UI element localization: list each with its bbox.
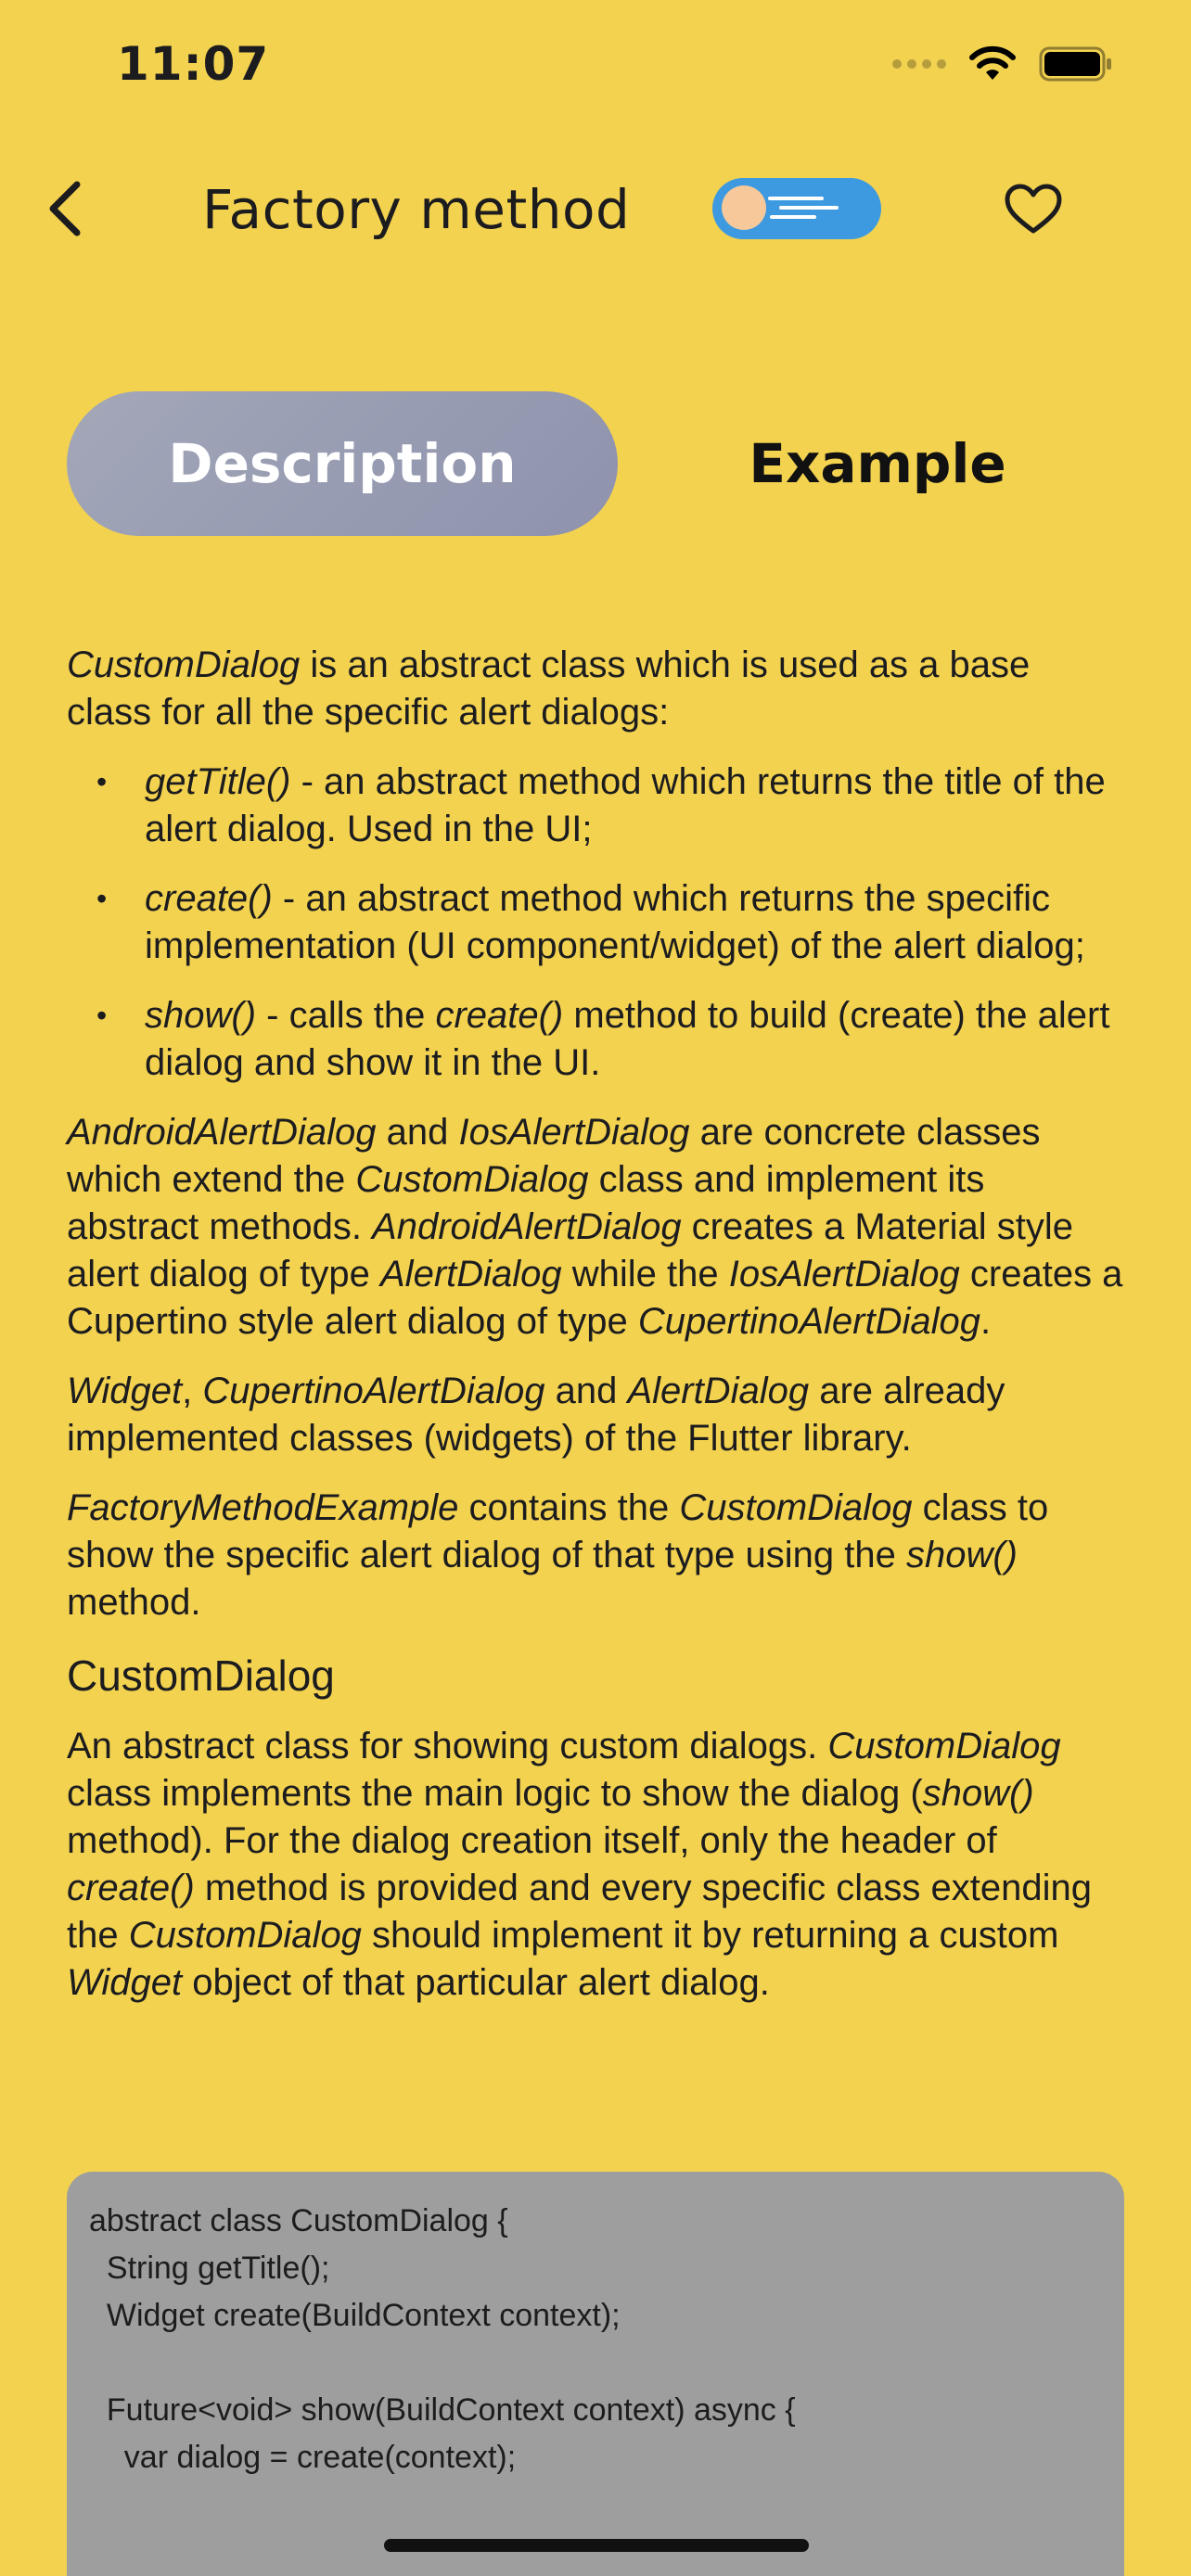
favorite-button[interactable] — [998, 174, 1069, 245]
page-title: Factory method — [202, 178, 631, 241]
chevron-left-icon — [49, 181, 81, 236]
cellular-signal-icon — [892, 59, 946, 69]
back-button[interactable] — [33, 176, 98, 241]
concrete-classes-paragraph: AndroidAlertDialog and IosAlertDialog ar… — [67, 1112, 1123, 1342]
tab-bar: Description Example — [67, 391, 1124, 536]
section-heading: CustomDialog — [67, 1651, 335, 1700]
tab-description[interactable]: Description — [67, 391, 618, 536]
wifi-icon — [969, 45, 1016, 80]
theme-toggle[interactable] — [712, 178, 881, 239]
status-icons — [892, 45, 1113, 83]
home-indicator[interactable] — [384, 2539, 809, 2552]
code-line: var dialog = create(context); — [89, 2440, 517, 2475]
code-line: String getTitle(); — [89, 2251, 330, 2286]
nav-bar: Factory method — [0, 158, 1191, 260]
intro-paragraph: CustomDialog is an abstract class which … — [67, 644, 1031, 733]
list-item: show() - calls the create() method to bu… — [96, 992, 1124, 1087]
code-line: abstract class CustomDialog { — [89, 2203, 508, 2238]
status-time: 11:07 — [117, 37, 270, 91]
toggle-knob — [722, 185, 766, 230]
customdialog-paragraph: An abstract class for showing custom dia… — [67, 1726, 1092, 2003]
status-bar: 11:07 — [0, 0, 1191, 139]
list-item: getTitle() - an abstract method which re… — [96, 759, 1124, 853]
code-line: Widget create(BuildContext context); — [89, 2298, 621, 2333]
flutter-widgets-paragraph: Widget, CupertinoAlertDialog and AlertDi… — [67, 1371, 1005, 1459]
comet-streaks-icon — [761, 195, 839, 223]
list-item: create() - an abstract method which retu… — [96, 875, 1124, 970]
example-paragraph: FactoryMethodExample contains the Custom… — [67, 1487, 1049, 1623]
method-list: getTitle() - an abstract method which re… — [67, 759, 1124, 1087]
code-block[interactable]: abstract class CustomDialog { String get… — [67, 2172, 1124, 2576]
tab-example[interactable]: Example — [631, 391, 1124, 536]
battery-icon — [1039, 46, 1111, 82]
heart-outline-icon — [1005, 184, 1062, 234]
description-content: CustomDialog is an abstract class which … — [67, 642, 1124, 2029]
code-line: Future<void> show(BuildContext context) … — [89, 2392, 796, 2428]
